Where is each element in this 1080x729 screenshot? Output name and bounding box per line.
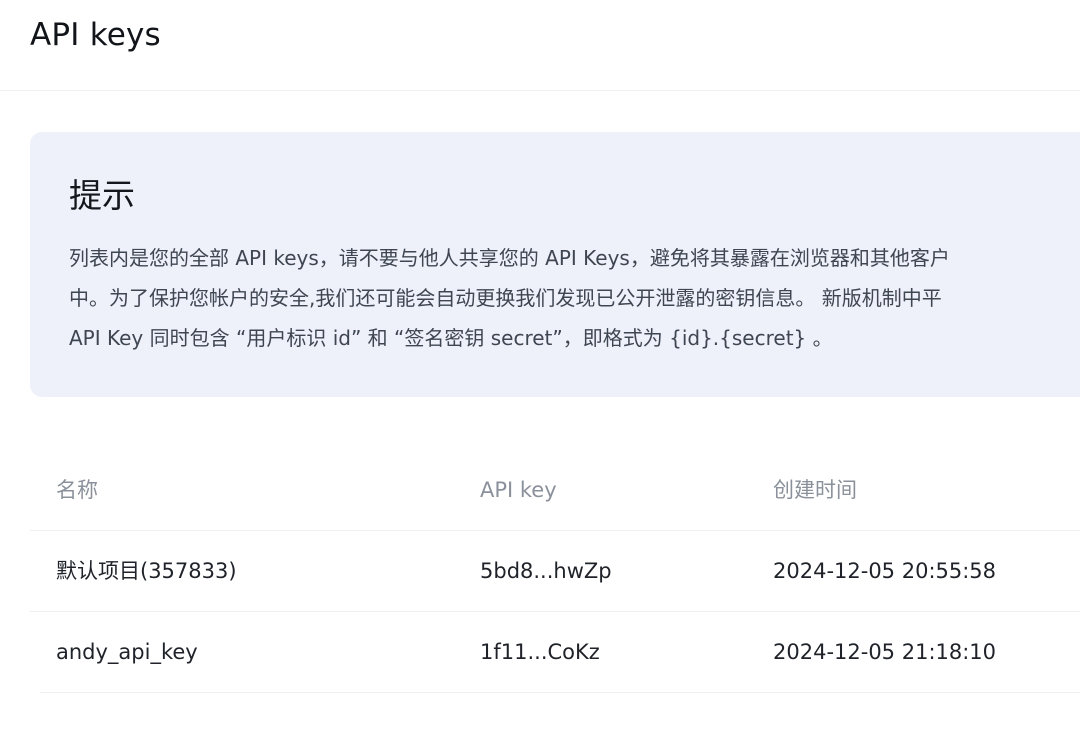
notice-body: 列表内是您的全部 API keys，请不要与他人共享您的 API Keys，避免… [69, 238, 1080, 358]
cell-name: andy_api_key [56, 640, 198, 664]
table-header: 名称 API key 创建时间 [30, 450, 1080, 531]
notice-box: 提示 列表内是您的全部 API keys，请不要与他人共享您的 API Keys… [30, 132, 1080, 397]
api-keys-table: 名称 API key 创建时间 默认项目(357833) 5bd8...hwZp… [30, 450, 1080, 693]
page-header: API keys [0, 0, 1080, 91]
cell-created: 2024-12-05 20:55:58 [773, 559, 997, 583]
api-keys-page: API keys 提示 列表内是您的全部 API keys，请不要与他人共享您的… [0, 0, 1080, 729]
page-title: API keys [30, 17, 161, 53]
column-header-api-key: API key [480, 478, 557, 502]
cell-api-key: 1f11...CoKz [480, 640, 600, 664]
column-header-name: 名称 [56, 478, 98, 502]
cell-created: 2024-12-05 21:18:10 [773, 640, 997, 664]
cell-name: 默认项目(357833) [56, 559, 237, 583]
cell-api-key: 5bd8...hwZp [480, 559, 612, 583]
column-header-created: 创建时间 [773, 478, 857, 502]
table-row[interactable]: andy_api_key 1f11...CoKz 2024-12-05 21:1… [40, 612, 1080, 693]
notice-title: 提示 [69, 176, 135, 215]
table-row[interactable]: 默认项目(357833) 5bd8...hwZp 2024-12-05 20:5… [30, 531, 1080, 612]
notice-line: 列表内是您的全部 API keys，请不要与他人共享您的 API Keys，避免… [69, 246, 950, 270]
notice-line: API Key 同时包含 “用户标识 id” 和 “签名密钥 secret”，即… [69, 326, 833, 350]
notice-line: 中。为了保护您帐户的安全,我们还可能会自动更换我们发现已公开泄露的密钥信息。 新… [69, 286, 942, 310]
